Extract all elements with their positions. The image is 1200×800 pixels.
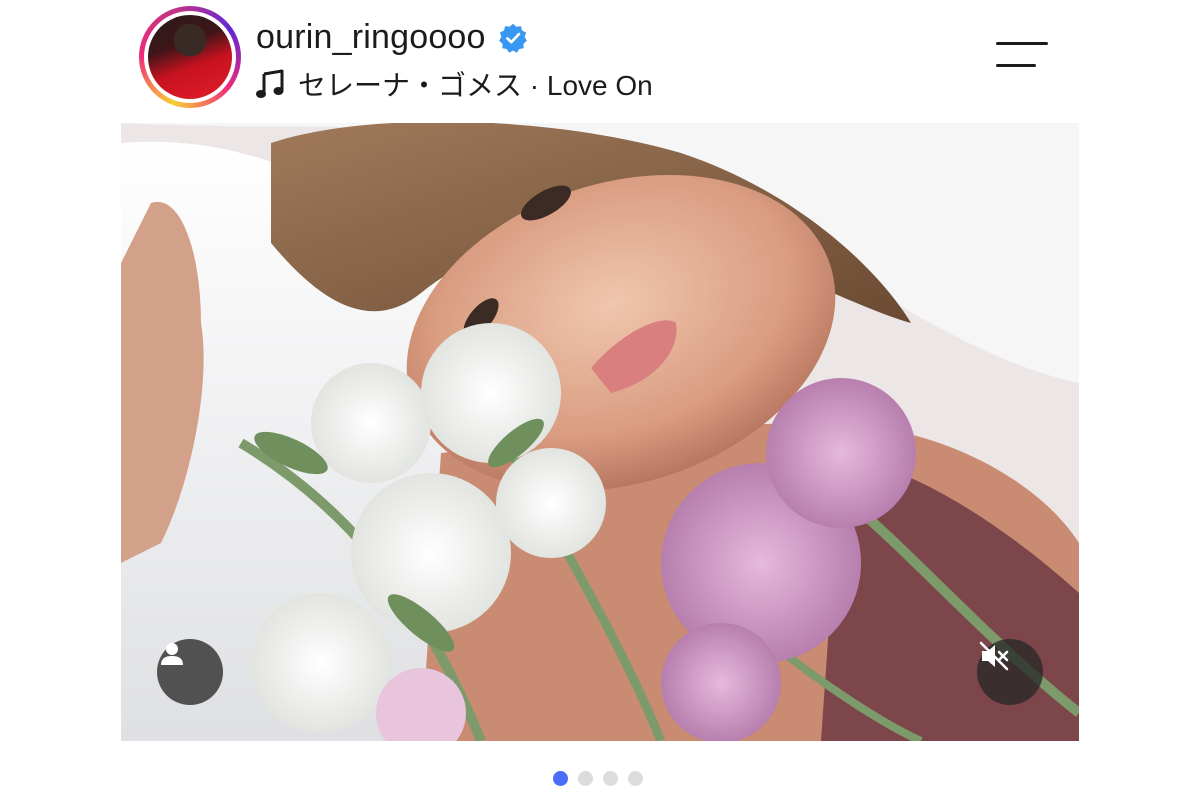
user-tag-icon [161,643,183,665]
user-tag-button[interactable] [157,639,223,705]
carousel-dots [553,771,643,786]
carousel-dot-3[interactable] [603,771,618,786]
photo-image [121,123,1079,741]
carousel-dot-4[interactable] [628,771,643,786]
music-note-icon [256,69,284,98]
speaker-muted-icon [979,641,1009,671]
verified-badge-icon [498,23,527,53]
avatar[interactable] [148,15,232,99]
username-row: ourin_ringoooo [256,18,528,57]
music-track-label: セレーナ・ゴメス · Love On [298,70,653,101]
mute-button[interactable] [977,639,1043,705]
carousel-dot-1[interactable] [553,771,568,786]
username[interactable]: ourin_ringoooo [256,18,486,57]
carousel-dot-2[interactable] [578,771,593,786]
story-ring[interactable] [139,6,241,108]
menu-button[interactable] [996,40,1050,70]
post-header: ourin_ringoooo セレーナ・ゴメス · Love On [0,0,1200,122]
music-row[interactable]: セレーナ・ゴメス · Love On [256,64,653,104]
post-photo[interactable] [121,123,1079,741]
menu-icon [996,42,1048,45]
